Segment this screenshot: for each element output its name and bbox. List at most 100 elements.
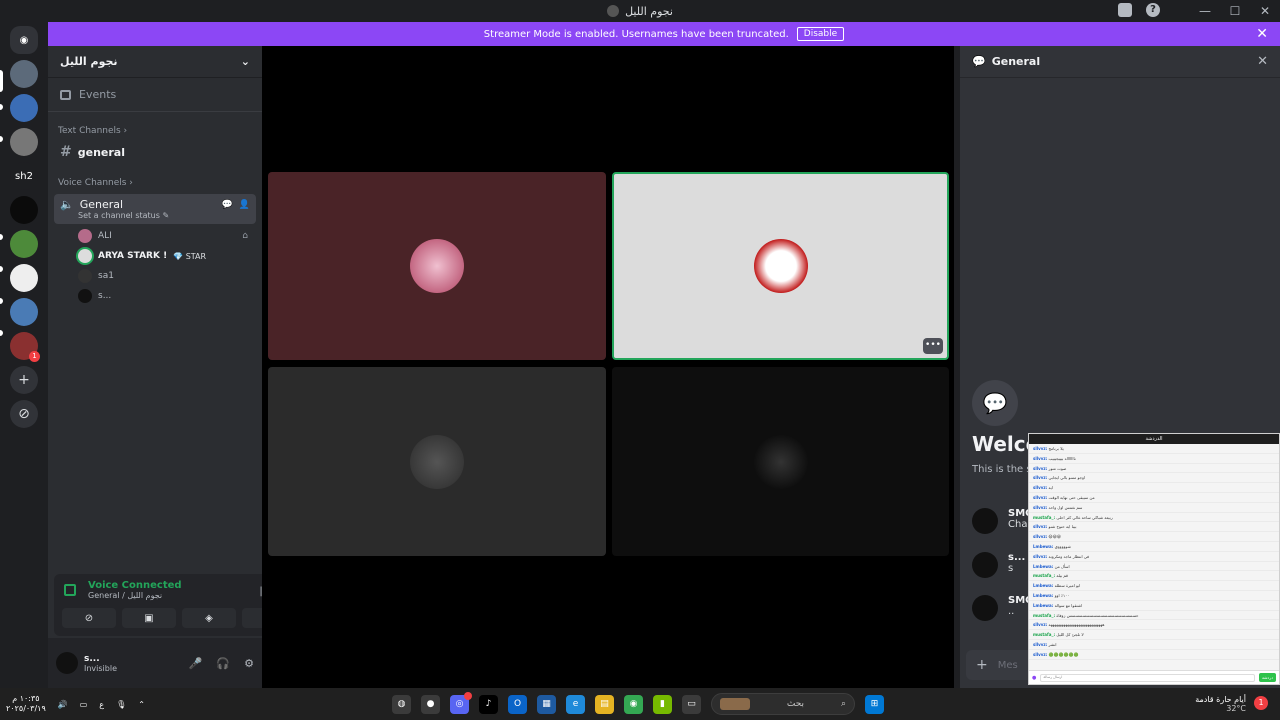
server-header[interactable]: نجوم الليل ⌄ — [48, 46, 262, 78]
chrome-taskbar-app[interactable]: ◉ — [624, 694, 643, 714]
chevron-up-icon[interactable]: ⌃ — [138, 700, 145, 709]
camera-off-button[interactable]: ⊘ — [62, 608, 116, 628]
server-icon-6[interactable] — [10, 230, 38, 258]
avatar[interactable] — [972, 595, 998, 621]
voice-stage: ••• — [262, 46, 954, 688]
voice-member[interactable]: ALI ⌂ — [48, 226, 262, 246]
window-title: نجوم الليل — [625, 4, 673, 18]
weather-badge[interactable]: 1 — [1254, 696, 1268, 710]
banner-close-icon[interactable]: ✕ — [1256, 26, 1268, 42]
taskbar-app[interactable]: ◍ — [392, 694, 411, 714]
mic-tray-icon[interactable]: 🎙 — [116, 700, 126, 709]
overlay-line-user: mustafa_: — [1033, 573, 1056, 579]
search-illustration — [720, 698, 750, 710]
server-icon-1[interactable] — [10, 60, 38, 88]
discord-taskbar-app[interactable]: ◎ — [450, 691, 472, 714]
minimize-button[interactable]: — — [1190, 4, 1220, 18]
inbox-icon[interactable] — [1118, 3, 1132, 17]
overlay-line-user: Lmbewa: — [1033, 563, 1054, 569]
tiktok-taskbar-app[interactable]: ♪ — [479, 694, 498, 714]
overlay-line-text: شوووووي — [1054, 543, 1071, 549]
message-author[interactable]: s... — [1008, 552, 1025, 563]
microphone-icon[interactable]: 🎤 — [189, 657, 203, 670]
overlay-chat-line: sllvvz: في انتظار ماجد ومكرونة — [1029, 552, 1279, 562]
explore-servers-button[interactable]: ⊘ — [10, 400, 38, 428]
settings-gear-icon[interactable]: ⚙ — [244, 657, 254, 670]
overlay-chat-line: sllvvz: 🟢🟢🟢🟢🟢🟢 — [1029, 650, 1279, 660]
compass-icon: ⊘ — [18, 406, 30, 422]
outlook-taskbar-app[interactable]: O — [508, 694, 527, 714]
voice-member[interactable]: ARYA STARK ! 💎 STAR — [48, 246, 262, 266]
clock-date[interactable]: ٢٠٢٥/٠٣/١٩ — [6, 704, 46, 714]
screen-share-button[interactable]: ▣ — [122, 608, 176, 628]
avatar[interactable] — [56, 652, 78, 674]
server-icon-sh2[interactable]: sh2 — [10, 162, 38, 190]
maximize-button[interactable]: ☐ — [1220, 4, 1250, 18]
edge-taskbar-app[interactable]: e — [566, 694, 585, 714]
channel-general[interactable]: # general — [48, 140, 262, 164]
participant-tile-speaking[interactable]: ••• — [612, 172, 949, 360]
taskbar-app[interactable]: ▭ — [682, 694, 701, 714]
file-explorer-taskbar-app[interactable]: ▤ — [595, 694, 614, 714]
nvidia-taskbar-app[interactable]: ▮ — [653, 694, 672, 714]
participant-tile[interactable] — [268, 172, 606, 360]
windows-start-icon[interactable]: ⊞ — [865, 694, 884, 714]
overlay-line-user: sllvvz: — [1033, 622, 1048, 628]
message-input[interactable]: + Mes — [966, 650, 1036, 680]
chat-message: s... s — [972, 552, 1025, 578]
participant-tile[interactable] — [268, 367, 606, 556]
network-icon[interactable]: ▭ — [80, 700, 88, 709]
server-icon-9[interactable]: 1 — [10, 332, 40, 362]
voice-member[interactable]: sa1 — [48, 266, 262, 286]
weather-widget[interactable]: أيام حارة قادمة 32°C — [1195, 695, 1246, 713]
language-indicator[interactable]: ع — [99, 700, 104, 709]
server-icon-8[interactable] — [10, 298, 38, 326]
chat-bubble-icon[interactable]: 💬 — [222, 200, 233, 210]
avatar[interactable] — [972, 552, 998, 578]
server-icon-3[interactable] — [10, 128, 38, 156]
volume-icon[interactable]: 🔊 — [58, 700, 68, 709]
overlay-lines: sllvvz: يلا برنامج sllvvz: ناااااااه بييي… — [1029, 444, 1279, 660]
text-channels-category[interactable]: Text Channels › — [48, 112, 262, 140]
taskbar-app[interactable]: ● — [421, 694, 440, 714]
close-chat-icon[interactable]: ✕ — [1257, 54, 1268, 69]
overlay-line-text: قم بيلة — [1056, 573, 1068, 579]
overlay-line-text: 😀😀😀 — [1048, 534, 1062, 540]
search-icon: ⌕ — [840, 699, 846, 709]
overlay-chat-line: sllvvz: ايه — [1029, 483, 1279, 493]
overlay-input[interactable]: ارسال رسالة — [1040, 673, 1255, 682]
member-name: ARYA STARK ! — [98, 251, 168, 261]
attach-plus-icon[interactable]: + — [976, 657, 988, 673]
disable-streamer-button[interactable]: Disable — [796, 27, 845, 41]
taskbar-search[interactable]: بحث ⌕ — [711, 693, 855, 715]
close-window-button[interactable]: ✕ — [1250, 4, 1280, 18]
avatar — [410, 434, 464, 489]
more-options-button[interactable]: ••• — [923, 338, 943, 354]
voice-channels-category[interactable]: Voice Channels › — [48, 164, 262, 192]
help-icon[interactable]: ? — [1146, 3, 1160, 17]
overlay-mic-icon[interactable]: ● — [1032, 675, 1036, 681]
store-taskbar-app[interactable]: ▦ — [537, 694, 556, 714]
server-icon-2[interactable] — [10, 94, 38, 122]
discord-home-button[interactable]: ◉ — [10, 26, 38, 54]
activities-button[interactable]: ◈ — [182, 608, 236, 628]
server-icon-5[interactable] — [10, 196, 38, 224]
overlay-line-user: mustafa_: — [1033, 612, 1056, 618]
add-server-button[interactable]: + — [10, 366, 38, 394]
welcome-subtitle: This is the st — [972, 464, 1032, 475]
voice-member[interactable]: s... — [48, 286, 262, 306]
signal-icon[interactable] — [64, 584, 76, 596]
overlay-line-user: sllvvz: — [1033, 534, 1048, 540]
voice-channel-general[interactable]: 🔈 General 💬 👤 Set a channel status ✎ — [54, 194, 256, 224]
invite-user-icon[interactable]: 👤 — [239, 200, 250, 210]
overlay-send-button[interactable]: دردشة — [1259, 673, 1276, 682]
clock-time[interactable]: ١٠:٣٥ م — [6, 694, 46, 704]
events-link[interactable]: Events — [48, 78, 262, 112]
participant-tile[interactable] — [612, 367, 949, 556]
message-text: s — [1008, 563, 1014, 574]
channel-status[interactable]: Set a channel status ✎ — [60, 211, 250, 220]
overlay-chat-line: sllvvz: اوجو مسو بالي ايجابي — [1029, 473, 1279, 484]
headphones-icon[interactable]: 🎧 — [216, 657, 230, 670]
avatar[interactable] — [972, 508, 998, 534]
server-icon-7[interactable] — [10, 264, 38, 292]
